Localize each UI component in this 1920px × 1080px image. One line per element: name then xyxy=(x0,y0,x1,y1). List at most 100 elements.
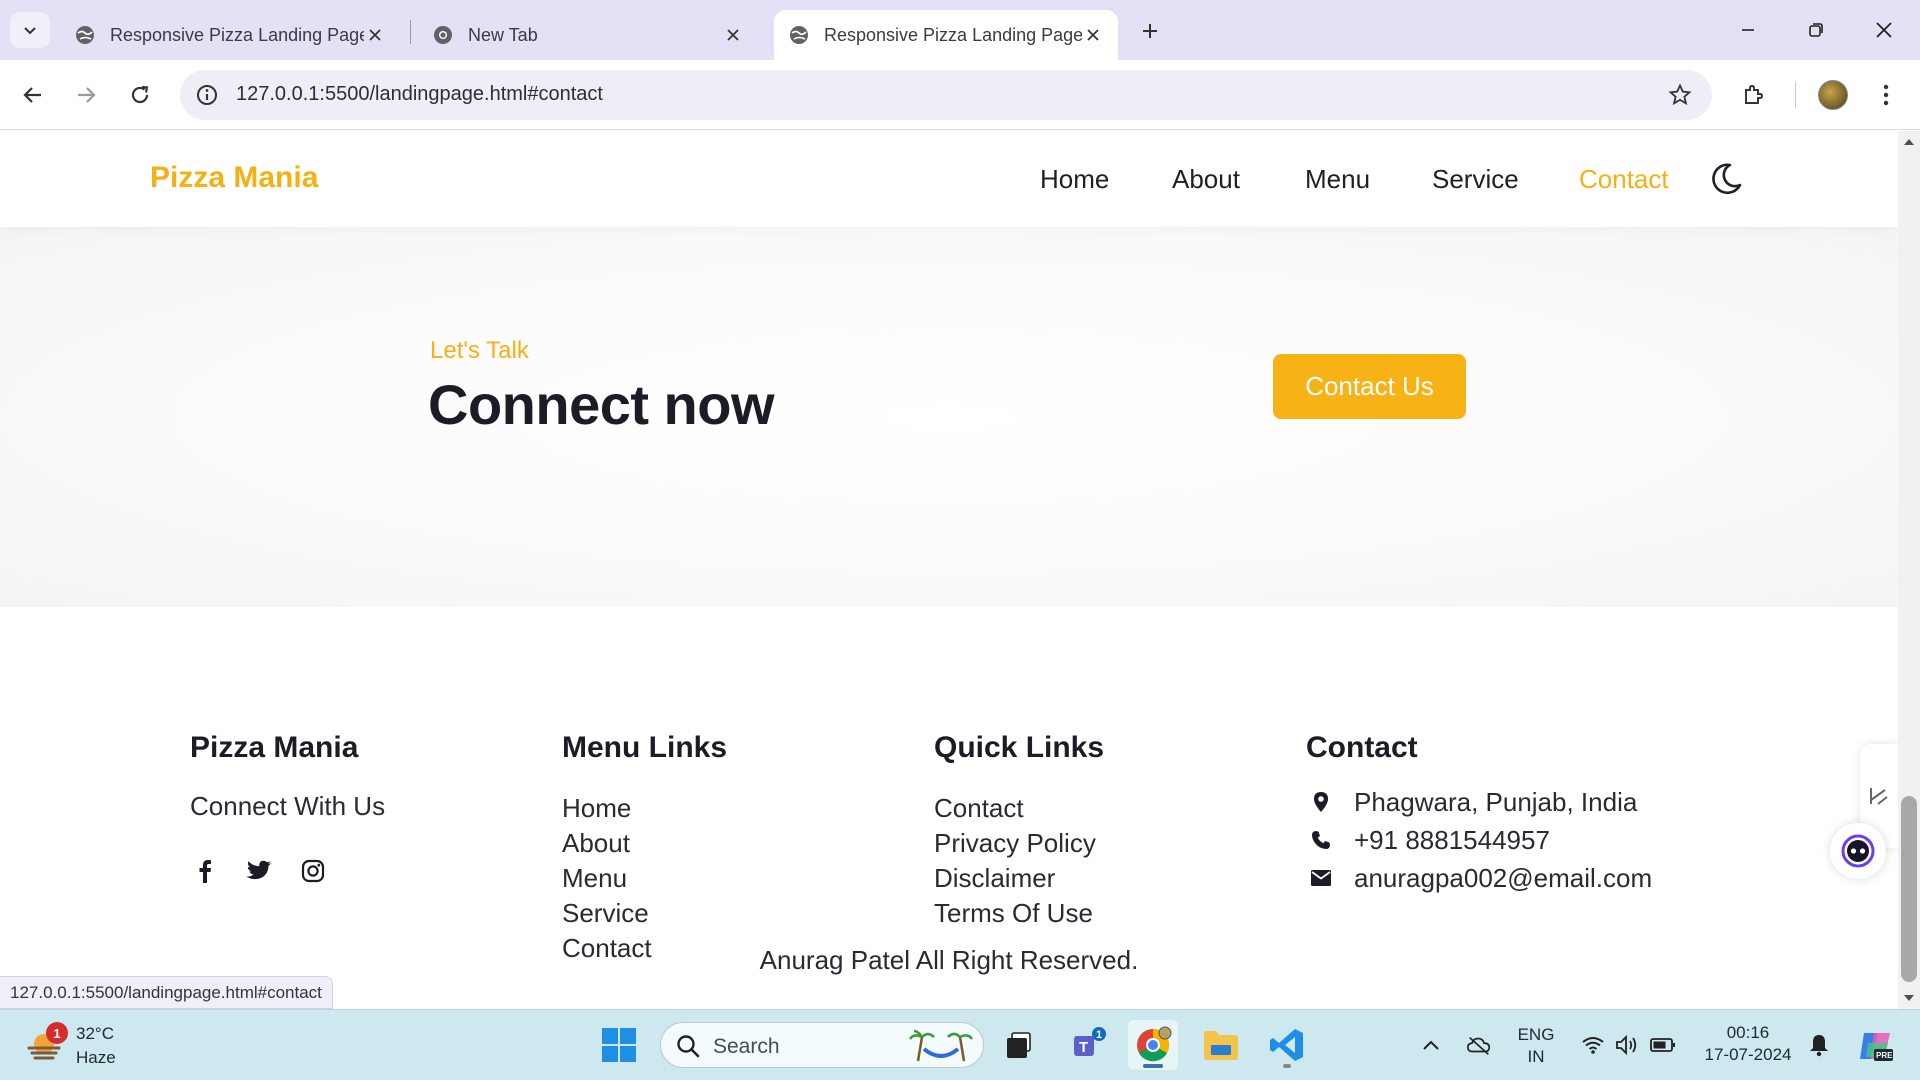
site-info-icon[interactable] xyxy=(194,82,220,108)
contact-phone: +91 8881544957 xyxy=(1354,824,1550,855)
contact-address: Phagwara, Punjab, India xyxy=(1354,786,1638,817)
show-hidden-icons-button[interactable] xyxy=(1418,1032,1444,1058)
scroll-down-arrow-icon[interactable] xyxy=(1904,995,1914,1001)
connect-text: Connect With Us xyxy=(190,791,386,821)
page-scrollbar[interactable] xyxy=(1898,131,1920,1009)
nav-menu[interactable]: Menu xyxy=(1305,164,1370,195)
footer-link-about[interactable]: About xyxy=(562,826,892,861)
contact-address-row: Phagwara, Punjab, India xyxy=(1306,783,1726,821)
cta-kicker: Let's Talk xyxy=(430,337,529,364)
nav-service[interactable]: Service xyxy=(1432,164,1519,195)
browser-tab-2[interactable]: New Tab xyxy=(418,10,758,60)
tab-title: Responsive Pizza Landing Page xyxy=(824,24,1082,45)
tab-search-button[interactable] xyxy=(10,12,50,48)
chrome-app-button[interactable] xyxy=(1128,1020,1178,1070)
back-button[interactable] xyxy=(13,75,53,115)
toolbar-divider xyxy=(1795,82,1796,108)
nav-contact[interactable]: Contact xyxy=(1579,164,1669,195)
browser-tab-1[interactable]: Responsive Pizza Landing Page xyxy=(60,10,400,60)
arrow-left-icon xyxy=(23,87,41,103)
page-viewport: Pizza Mania Home About Menu Service Cont… xyxy=(0,131,1898,1009)
start-button[interactable] xyxy=(594,1020,644,1070)
close-icon[interactable] xyxy=(1082,24,1104,46)
svg-text:PRE: PRE xyxy=(1876,1051,1893,1060)
teams-app-button[interactable]: T1 xyxy=(1064,1020,1114,1070)
beach-hammock-icon xyxy=(908,1029,974,1062)
extensions-button[interactable] xyxy=(1734,75,1774,115)
open-app-indicator xyxy=(1283,1064,1291,1068)
wifi-icon[interactable] xyxy=(1580,1032,1606,1058)
close-icon[interactable] xyxy=(722,24,744,46)
bookmark-star-icon[interactable] xyxy=(1666,81,1694,109)
browser-toolbar: 127.0.0.1:5500/landingpage.html#contact xyxy=(0,60,1920,130)
bot-face-icon xyxy=(1841,834,1875,868)
dark-mode-moon-icon[interactable] xyxy=(1708,161,1744,197)
vscode-icon xyxy=(1270,1029,1303,1061)
weather-condition: Haze xyxy=(76,1048,116,1067)
instagram-icon[interactable] xyxy=(298,856,328,886)
close-icon xyxy=(1876,22,1892,38)
arrow-right-icon xyxy=(78,87,96,103)
quick-link-terms[interactable]: Terms Of Use xyxy=(934,896,1264,931)
assistant-bot-button[interactable] xyxy=(1830,823,1886,879)
contact-us-button[interactable]: Contact Us xyxy=(1273,354,1466,419)
notification-bell-icon[interactable] xyxy=(1806,1032,1832,1058)
restore-button[interactable] xyxy=(1788,8,1844,52)
cta-section: Let's Talk Connect now Contact Us xyxy=(0,227,1898,607)
puzzle-icon xyxy=(1745,85,1763,104)
profile-avatar[interactable] xyxy=(1818,80,1848,110)
globe-icon xyxy=(790,26,808,44)
menu-links-title: Menu Links xyxy=(562,731,728,764)
new-tab-button[interactable] xyxy=(1132,14,1168,48)
close-window-button[interactable] xyxy=(1856,8,1912,52)
forward-button[interactable] xyxy=(66,75,106,115)
weather-alert-badge: 1 xyxy=(46,1022,68,1044)
svg-text:T: T xyxy=(1079,1039,1088,1056)
facebook-icon[interactable] xyxy=(190,856,220,886)
site-brand[interactable]: Pizza Mania xyxy=(150,161,318,195)
link-status-bubble: 127.0.0.1:5500/landingpage.html#contact xyxy=(0,976,333,1009)
footer-menu-column: Menu Links Home About Menu Service Conta… xyxy=(562,731,892,966)
task-view-icon xyxy=(1007,1032,1031,1058)
minimize-button[interactable] xyxy=(1720,8,1776,52)
language-indicator[interactable]: ENG IN xyxy=(1514,1024,1558,1068)
battery-icon[interactable] xyxy=(1650,1032,1676,1058)
onedrive-icon[interactable] xyxy=(1466,1032,1492,1058)
file-explorer-button[interactable] xyxy=(1196,1020,1246,1070)
twitter-icon[interactable] xyxy=(244,856,274,886)
tab-title: New Tab xyxy=(468,24,538,45)
nav-about[interactable]: About xyxy=(1172,164,1240,195)
sidebar-pen-icon xyxy=(1870,788,1888,805)
weather-widget[interactable]: 1 32°C Haze xyxy=(24,1022,116,1070)
site-navbar: Pizza Mania Home About Menu Service Cont… xyxy=(0,131,1898,227)
vscode-app-button[interactable] xyxy=(1262,1020,1312,1070)
taskbar-search-placeholder: Search xyxy=(713,1035,780,1058)
chrome-menu-button[interactable] xyxy=(1866,75,1906,115)
quick-link-contact[interactable]: Contact xyxy=(934,791,1264,826)
quick-link-disclaimer[interactable]: Disclaimer xyxy=(934,861,1264,896)
task-view-button[interactable] xyxy=(994,1020,1044,1070)
quick-link-privacy-policy[interactable]: Privacy Policy xyxy=(934,826,1264,861)
copilot-icon[interactable]: PRE xyxy=(1858,1028,1894,1064)
volume-icon[interactable] xyxy=(1614,1032,1640,1058)
taskbar-search-box[interactable]: Search xyxy=(660,1022,984,1068)
nav-home[interactable]: Home xyxy=(1040,164,1109,195)
scroll-up-arrow-icon[interactable] xyxy=(1904,139,1914,145)
browser-tab-3-active[interactable]: Responsive Pizza Landing Page xyxy=(774,10,1118,60)
footer-quick-column: Quick Links Contact Privacy Policy Discl… xyxy=(934,731,1264,931)
chevron-up-icon xyxy=(1423,1040,1439,1050)
contact-email: anuragpa002@email.com xyxy=(1354,862,1653,893)
clock[interactable]: 00:16 17-07-2024 xyxy=(1696,1022,1800,1066)
footer-link-home[interactable]: Home xyxy=(562,791,892,826)
footer-link-menu[interactable]: Menu xyxy=(562,861,892,896)
reload-button[interactable] xyxy=(120,75,160,115)
address-bar[interactable]: 127.0.0.1:5500/landingpage.html#contact xyxy=(180,70,1712,120)
url-text[interactable]: 127.0.0.1:5500/landingpage.html#contact xyxy=(236,83,603,106)
scrollbar-thumb[interactable] xyxy=(1901,796,1917,982)
reload-icon xyxy=(131,85,149,104)
active-app-indicator xyxy=(1143,1064,1163,1068)
footer-link-service[interactable]: Service xyxy=(562,896,892,931)
mail-icon xyxy=(1306,863,1336,893)
close-icon[interactable] xyxy=(364,24,386,46)
contact-phone-row: +91 8881544957 xyxy=(1306,821,1726,859)
